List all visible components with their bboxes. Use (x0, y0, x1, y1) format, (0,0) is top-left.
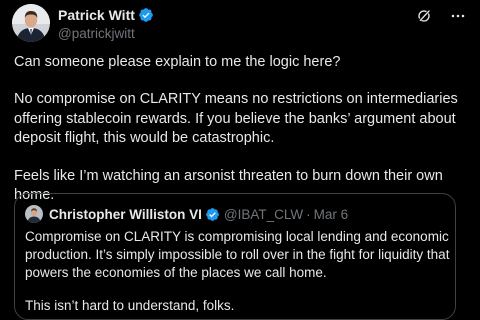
name-row: Patrick Witt (58, 6, 154, 24)
quoted-tweet-card[interactable]: Christopher Williston VI @IBAT_CLW · Mar… (14, 193, 456, 320)
quoted-paragraph: This isn’t hard to understand, folks. (25, 298, 235, 314)
quoted-tweet-header: Christopher Williston VI @IBAT_CLW · Mar… (25, 204, 348, 224)
author-name[interactable]: Patrick Witt (58, 6, 135, 24)
tweet-paragraph: Can someone please explain to me the log… (14, 54, 341, 70)
separator-dot: · (306, 206, 311, 222)
quoted-verified-badge-icon (205, 207, 220, 222)
tweet-paragraph: No compromise on CLARITY means no restri… (14, 91, 458, 146)
quoted-tweet-text: Compromise on CLARITY is compromising lo… (25, 228, 451, 315)
quoted-author-name[interactable]: Christopher Williston VI (49, 207, 202, 222)
quoted-paragraph: Compromise on CLARITY is compromising lo… (25, 229, 450, 280)
tweet-text: Can someone please explain to me the log… (14, 53, 472, 206)
grok-icon[interactable] (416, 8, 432, 24)
author-block: Patrick Witt @patrickjwitt (58, 6, 154, 43)
more-icon[interactable] (450, 8, 466, 24)
quoted-tweet-date[interactable]: Mar 6 (314, 207, 349, 222)
quoted-author-handle[interactable]: @IBAT_CLW (224, 207, 303, 222)
avatar[interactable] (12, 4, 50, 42)
tweet-actions (416, 8, 466, 24)
verified-badge-icon (138, 7, 154, 23)
author-handle[interactable]: @patrickjwitt (58, 25, 154, 43)
quoted-avatar[interactable] (25, 205, 43, 223)
